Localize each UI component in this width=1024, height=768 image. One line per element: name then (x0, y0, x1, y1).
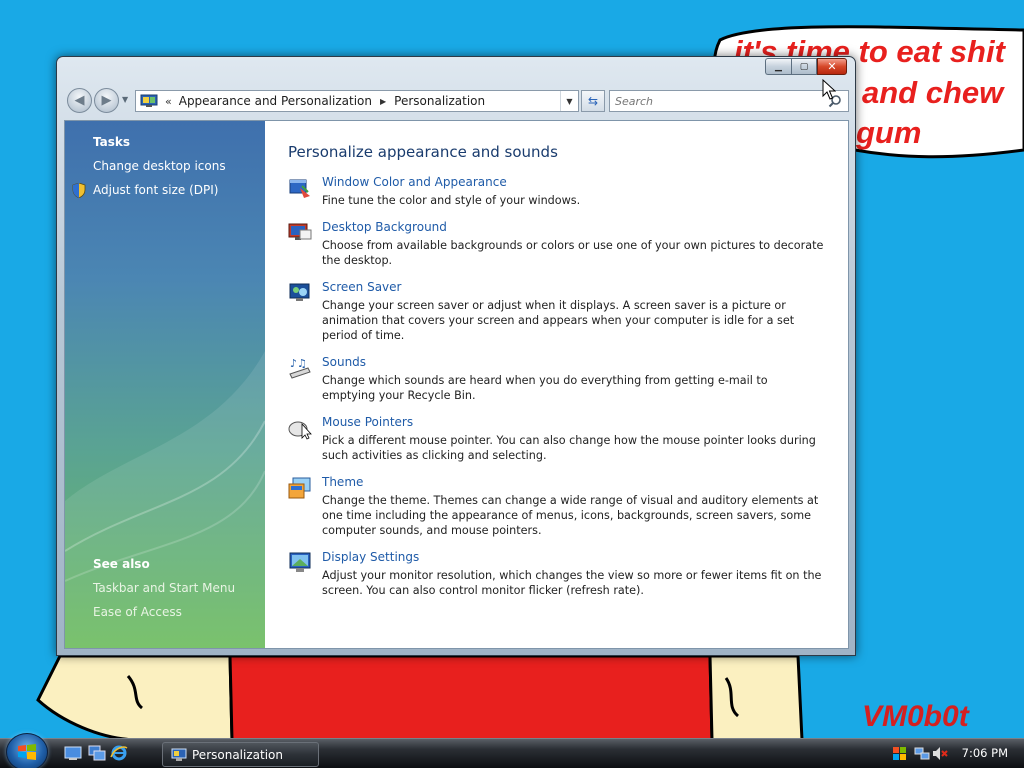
change-desktop-icons-label: Change desktop icons (93, 159, 226, 173)
forward-button[interactable]: ▶ (94, 88, 119, 113)
volume-muted-icon[interactable] (932, 746, 948, 761)
close-button[interactable]: ✕ (817, 58, 847, 75)
personalization-window: ▁ ▢ ✕ ◀ ▶ ▼ « Appearance and Personaliza… (56, 56, 856, 656)
maximize-icon: ▢ (799, 61, 809, 72)
svg-text:♪♫: ♪♫ (290, 357, 307, 370)
refresh-icon: ⇆ (587, 94, 599, 108)
mouse-pointer-icon[interactable] (288, 416, 312, 440)
mouse-pointers-description: Pick a different mouse pointer. You can … (322, 434, 816, 462)
see-also-title: See also (93, 557, 150, 571)
main-panel: Personalize appearance and sounds Window… (265, 121, 848, 648)
desktop-background-link[interactable]: Desktop Background (322, 220, 447, 234)
minimize-icon: ▁ (775, 61, 782, 72)
forward-arrow-icon: ▶ (101, 93, 112, 108)
window-color-icon[interactable] (288, 176, 312, 200)
bubble-line-2: and chew (862, 75, 1004, 110)
internet-explorer-icon[interactable] (110, 745, 128, 761)
display-settings-icon[interactable] (288, 551, 312, 575)
list-item-mouse-pointers: Mouse Pointers Pick a different mouse po… (288, 415, 824, 463)
recent-pages-dropdown[interactable]: ▼ (122, 95, 128, 104)
tasks-section: Tasks Change desktop icons Adjust font s… (72, 135, 226, 207)
windows-logo-icon (18, 744, 36, 760)
search-input[interactable] (610, 94, 820, 108)
desktop-background-description: Choose from available backgrounds or col… (322, 239, 824, 267)
theme-description: Change the theme. Themes can change a wi… (322, 494, 819, 537)
ease-of-access-link[interactable]: Ease of Access (93, 605, 235, 619)
breadcrumb-appearance[interactable]: Appearance and Personalization (179, 94, 372, 108)
desktop-background-icon[interactable] (288, 221, 312, 245)
theme-link[interactable]: Theme (322, 475, 363, 489)
display-settings-description: Adjust your monitor resolution, which ch… (322, 569, 822, 597)
address-bar[interactable]: « Appearance and Personalization ▶ Perso… (135, 90, 579, 112)
taskbar-start-menu-link[interactable]: Taskbar and Start Menu (93, 581, 235, 595)
see-also-section: See also Taskbar and Start Menu Ease of … (93, 557, 235, 629)
back-arrow-icon: ◀ (74, 93, 85, 108)
list-item-theme: Theme Change the theme. Themes can chang… (288, 475, 824, 538)
control-panel-icon (171, 748, 187, 761)
sounds-icon[interactable]: ♪♫ (288, 356, 312, 380)
search-box[interactable] (609, 90, 849, 112)
list-item-display-settings: Display Settings Adjust your monitor res… (288, 550, 824, 598)
list-item-window-color: Window Color and Appearance Fine tune th… (288, 175, 824, 208)
clock[interactable]: 7:06 PM (962, 746, 1008, 760)
screen-saver-icon[interactable] (288, 281, 312, 305)
adjust-font-size-label: Adjust font size (DPI) (93, 183, 219, 197)
address-dropdown-button[interactable]: ▼ (560, 91, 578, 111)
switch-windows-icon[interactable] (88, 745, 106, 761)
caption-buttons: ▁ ▢ ✕ (765, 58, 847, 75)
close-icon: ✕ (827, 60, 837, 73)
signature-text: VM0b0t (862, 700, 969, 733)
bubble-line-3: gum (856, 115, 922, 150)
list-item-screen-saver: Screen Saver Change your screen saver or… (288, 280, 824, 343)
sounds-link[interactable]: Sounds (322, 355, 366, 369)
list-item-desktop-background: Desktop Background Choose from available… (288, 220, 824, 268)
window-color-description: Fine tune the color and style of your wi… (322, 194, 581, 207)
screen-saver-description: Change your screen saver or adjust when … (322, 299, 795, 342)
system-tray: 7:06 PM (890, 739, 1024, 768)
window-color-link[interactable]: Window Color and Appearance (322, 175, 507, 189)
network-icon[interactable] (914, 746, 930, 761)
theme-icon[interactable] (288, 476, 312, 500)
minimize-button[interactable]: ▁ (765, 58, 791, 75)
breadcrumb-separator-icon[interactable]: ▶ (380, 97, 386, 106)
taskbar-button-personalization[interactable]: Personalization (162, 742, 319, 767)
screen-saver-link[interactable]: Screen Saver (322, 280, 401, 294)
chevron-down-icon: ▼ (566, 96, 573, 106)
shield-icon (72, 182, 86, 198)
refresh-button[interactable]: ⇆ (581, 90, 605, 112)
show-desktop-icon[interactable] (64, 745, 82, 761)
page-title: Personalize appearance and sounds (288, 143, 558, 161)
adjust-font-size-link[interactable]: Adjust font size (DPI) (72, 182, 226, 198)
back-button[interactable]: ◀ (67, 88, 92, 113)
taskbar-start-menu-label: Taskbar and Start Menu (93, 581, 236, 595)
tasks-title: Tasks (93, 135, 131, 149)
display-settings-link[interactable]: Display Settings (322, 550, 419, 564)
mouse-pointers-link[interactable]: Mouse Pointers (322, 415, 413, 429)
control-panel-icon (140, 94, 158, 107)
change-desktop-icons-link[interactable]: Change desktop icons (93, 159, 226, 173)
task-pane: Tasks Change desktop icons Adjust font s… (65, 121, 265, 648)
breadcrumb-personalization[interactable]: Personalization (394, 94, 485, 108)
ease-of-access-label: Ease of Access (93, 605, 182, 619)
breadcrumb-overflow[interactable]: « (165, 95, 172, 108)
content-area: Tasks Change desktop icons Adjust font s… (64, 120, 849, 649)
sounds-description: Change which sounds are heard when you d… (322, 374, 768, 402)
navigation-bar: ◀ ▶ ▼ « Appearance and Personalization ▶… (65, 87, 849, 113)
list-item-sounds: ♪♫ Sounds Change which sounds are heard … (288, 355, 824, 403)
taskbar: Personalization 7:06 PM (0, 733, 1024, 768)
mouse-cursor-icon (822, 79, 836, 100)
start-button[interactable] (6, 733, 48, 768)
windows-update-icon[interactable] (892, 746, 908, 761)
maximize-button[interactable]: ▢ (791, 58, 817, 75)
taskbar-button-label: Personalization (192, 747, 283, 762)
